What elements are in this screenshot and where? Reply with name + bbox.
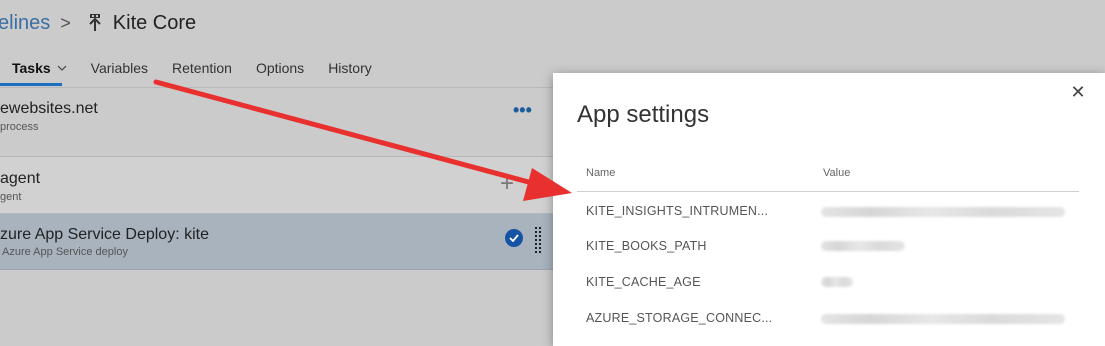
more-options-button[interactable]: ••• (513, 100, 532, 121)
setting-name: KITE_INSIGHTS_INTRUMEN... (586, 204, 769, 218)
tab-variables[interactable]: Variables (91, 60, 148, 76)
column-header-name: Name (586, 167, 616, 179)
tab-retention[interactable]: Retention (172, 60, 232, 76)
agent-job-subtitle: gent (0, 191, 22, 203)
app-settings-dialog: ✕ App settings Name Value KITE_INSIGHTS_… (553, 73, 1105, 346)
redacted-value (821, 277, 853, 287)
phase-subtitle: process (0, 121, 39, 133)
breadcrumb-pipelines-link[interactable]: elines (0, 12, 50, 35)
page-title: Kite Core (112, 11, 197, 34)
tab-tasks[interactable]: Tasks (12, 60, 67, 76)
breadcrumb-separator: > (60, 12, 71, 33)
setting-name: KITE_BOOKS_PATH (586, 239, 707, 253)
deploy-task-title: zure App Service Deploy: kite (0, 226, 209, 243)
column-header-value: Value (823, 167, 851, 179)
tab-label: Tasks (12, 60, 51, 76)
task-row-border (0, 269, 555, 270)
deploy-task-subtitle: Azure App Service deploy (2, 246, 128, 258)
header-divider (577, 191, 1079, 192)
tab-bar: Tasks Variables Retention Options Histor… (0, 56, 396, 80)
setting-name: AZURE_STORAGE_CONNEC... (586, 311, 773, 325)
redacted-value (821, 314, 1065, 324)
tab-history[interactable]: History (328, 60, 372, 76)
checkmark-icon (505, 229, 523, 247)
add-task-button[interactable]: + (500, 170, 514, 198)
active-tab-indicator (0, 83, 62, 86)
redacted-value (821, 207, 1065, 217)
chevron-down-icon (57, 63, 67, 74)
dialog-title: App settings (577, 101, 710, 128)
agent-job-row[interactable] (0, 157, 555, 213)
phase-title[interactable]: ewebsites.net (0, 100, 98, 118)
drag-handle-icon[interactable] (535, 227, 541, 255)
setting-name: KITE_CACHE_AGE (586, 275, 701, 289)
redacted-value (821, 241, 905, 251)
close-icon[interactable]: ✕ (1069, 82, 1087, 102)
breadcrumb: elines > Kite Core (0, 8, 196, 38)
agent-job-title: agent (0, 170, 41, 187)
agent-divider (0, 213, 555, 214)
tab-options[interactable]: Options (256, 60, 304, 76)
build-pipeline-icon (87, 14, 103, 32)
